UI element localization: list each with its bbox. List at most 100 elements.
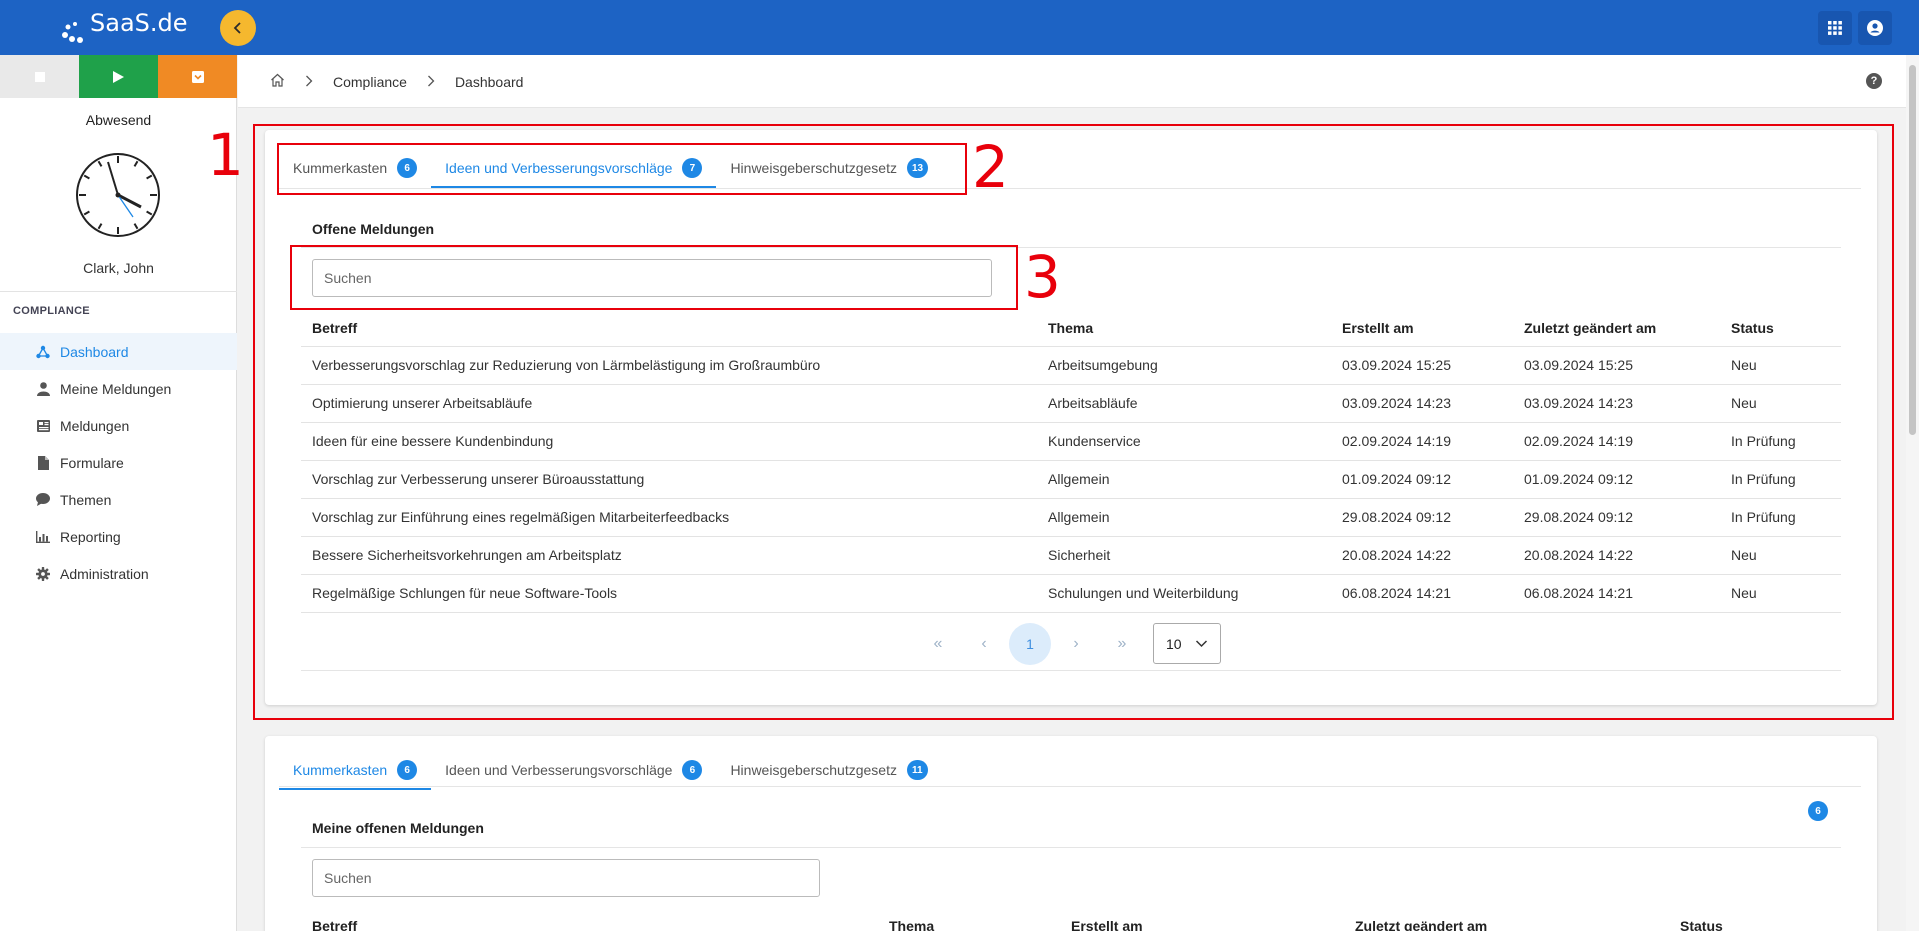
scrollbar-thumb[interactable] — [1909, 65, 1916, 435]
play-button[interactable] — [79, 55, 158, 98]
page-scrollbar[interactable] — [1906, 55, 1919, 931]
person-icon — [36, 381, 50, 396]
tab-ideen[interactable]: Ideen und Verbesserungsvorschläge 7 — [431, 148, 717, 188]
sidebar-item-administration[interactable]: Administration — [0, 555, 237, 592]
sidebar-item-reporting[interactable]: Reporting — [0, 518, 237, 555]
sidebar-item-meldungen[interactable]: Meldungen — [0, 407, 237, 444]
tab-kummerkasten[interactable]: Kummerkasten 6 — [279, 750, 432, 790]
chevron-left-icon — [233, 22, 241, 34]
cell-geaendert: 29.08.2024 09:12 — [1513, 498, 1720, 537]
tabs-divider — [279, 786, 1861, 787]
table-row[interactable]: Ideen für eine bessere Kundenbindung Kun… — [301, 422, 1841, 461]
tabs-divider — [279, 188, 1861, 189]
cell-status: Neu — [1720, 346, 1841, 385]
reports-table: Betreff Thema Erstellt am Zuletzt geände… — [301, 310, 1841, 613]
apps-button[interactable] — [1818, 11, 1852, 45]
count-badge: 6 — [1808, 801, 1828, 821]
logo-dots-icon — [62, 22, 83, 43]
last-page-button[interactable]: » — [1101, 623, 1143, 665]
prev-page-button[interactable]: ‹ — [963, 623, 1005, 665]
column-header-geaendert[interactable]: Zuletzt geändert am — [1344, 908, 1669, 931]
chat-bubble-icon — [36, 493, 50, 507]
column-header-status[interactable]: Status — [1669, 908, 1831, 931]
clock-icon — [76, 153, 160, 237]
stop-button[interactable] — [0, 55, 79, 98]
my-report-category-tabs: Kummerkasten 6 Ideen und Verbesserungsvo… — [279, 750, 942, 790]
tab-label: Hinweisgeberschutzgesetz — [730, 160, 897, 176]
sidebar-item-label: Formulare — [60, 454, 124, 471]
column-header-betreff[interactable]: Betreff — [301, 908, 878, 931]
report-category-tabs: Kummerkasten 6 Ideen und Verbesserungsvo… — [279, 148, 942, 188]
column-header-erstellt[interactable]: Erstellt am — [1060, 908, 1344, 931]
column-header-geaendert[interactable]: Zuletzt geändert am — [1513, 310, 1720, 347]
cell-thema: Allgemein — [1037, 460, 1331, 499]
tab-kummerkasten[interactable]: Kummerkasten 6 — [279, 148, 431, 188]
count-badge: 7 — [682, 158, 703, 178]
sidebar-item-meine-meldungen[interactable]: Meine Meldungen — [0, 370, 237, 407]
account-circle-icon — [1867, 20, 1883, 36]
tab-hinweisgeberschutzgesetz[interactable]: Hinweisgeberschutzgesetz 11 — [716, 750, 941, 790]
pager-divider — [301, 670, 1841, 671]
cell-thema: Schulungen und Weiterbildung — [1037, 574, 1331, 613]
annotation-number-2: 2 — [972, 133, 1009, 201]
column-header-thema[interactable]: Thema — [878, 908, 1060, 931]
sidebar-item-themen[interactable]: Themen — [0, 481, 237, 518]
cell-erstellt: 03.09.2024 15:25 — [1331, 346, 1513, 385]
count-badge: 6 — [397, 158, 418, 178]
cell-betreff: Vorschlag zur Verbesserung unserer Büroa… — [301, 460, 1037, 499]
table-row[interactable]: Verbesserungsvorschlag zur Reduzierung v… — [301, 346, 1841, 385]
table-row[interactable]: Regelmäßige Schlungen für neue Software-… — [301, 574, 1841, 613]
column-header-betreff[interactable]: Betreff — [301, 310, 1037, 347]
search-input[interactable] — [312, 859, 820, 897]
table-row[interactable]: Bessere Sicherheitsvorkehrungen am Arbei… — [301, 536, 1841, 575]
panel-title: Meine offenen Meldungen — [312, 820, 484, 836]
page-size-value: 10 — [1166, 635, 1182, 652]
home-icon[interactable] — [270, 73, 285, 90]
table-row[interactable]: Vorschlag zur Einführung eines regelmäßi… — [301, 498, 1841, 537]
count-badge: 13 — [906, 158, 929, 178]
nav-section-title: COMPLIANCE — [13, 305, 90, 317]
page-size-select[interactable]: 10 — [1153, 623, 1221, 664]
help-icon[interactable]: ? — [1866, 73, 1882, 89]
table-row[interactable]: Vorschlag zur Verbesserung unserer Büroa… — [301, 460, 1841, 499]
cell-geaendert: 01.09.2024 09:12 — [1513, 460, 1720, 499]
dropdown-button[interactable] — [158, 55, 237, 98]
column-header-erstellt[interactable]: Erstellt am — [1331, 310, 1513, 347]
dropdown-icon — [191, 70, 204, 83]
cell-betreff: Ideen für eine bessere Kundenbindung — [301, 422, 1037, 461]
sidebar-item-dashboard[interactable]: Dashboard — [0, 333, 237, 370]
search-input[interactable] — [312, 259, 992, 297]
time-tracking-controls — [0, 55, 237, 98]
table-row[interactable]: Optimierung unserer Arbeitsabläufe Arbei… — [301, 384, 1841, 423]
cell-status: In Prüfung — [1720, 422, 1841, 461]
sidebar-item-label: Meine Meldungen — [60, 380, 172, 397]
account-button[interactable] — [1858, 11, 1892, 45]
tab-hinweisgeberschutzgesetz[interactable]: Hinweisgeberschutzgesetz 13 — [716, 148, 942, 188]
chevron-down-icon — [1195, 640, 1208, 648]
sidebar: Abwesend Clark, John COMPLIANCE Dashboar… — [0, 55, 237, 931]
cell-erstellt: 06.08.2024 14:21 — [1331, 574, 1513, 613]
cell-erstellt: 02.09.2024 14:19 — [1331, 422, 1513, 461]
cell-erstellt: 29.08.2024 09:12 — [1331, 498, 1513, 537]
column-header-status[interactable]: Status — [1720, 310, 1841, 347]
newspaper-icon — [36, 419, 50, 433]
breadcrumb: Compliance Dashboard — [270, 55, 523, 108]
tab-ideen[interactable]: Ideen und Verbesserungsvorschläge 6 — [431, 750, 716, 790]
first-page-button[interactable]: « — [917, 623, 959, 665]
next-page-button[interactable]: › — [1055, 623, 1097, 665]
cell-geaendert: 02.09.2024 14:19 — [1513, 422, 1720, 461]
top-bar: SaaS.de — [0, 0, 1919, 55]
breadcrumb-item-compliance[interactable]: Compliance — [333, 74, 407, 90]
cell-betreff: Optimierung unserer Arbeitsabläufe — [301, 384, 1037, 423]
page-button-current[interactable]: 1 — [1009, 623, 1051, 665]
sidebar-item-formulare[interactable]: Formulare — [0, 444, 237, 481]
table-header-row: Betreff Thema Erstellt am Zuletzt geände… — [301, 310, 1841, 347]
collapse-sidebar-button[interactable] — [220, 10, 256, 46]
saas-logo[interactable]: SaaS.de — [60, 6, 190, 46]
cell-geaendert: 20.08.2024 14:22 — [1513, 536, 1720, 575]
tab-label: Kummerkasten — [293, 762, 388, 778]
column-header-thema[interactable]: Thema — [1037, 310, 1331, 347]
sidebar-item-label: Administration — [60, 565, 149, 582]
cell-status: Neu — [1720, 574, 1841, 613]
sidebar-nav: Dashboard Meine Meldungen Meldungen Form… — [0, 333, 237, 592]
